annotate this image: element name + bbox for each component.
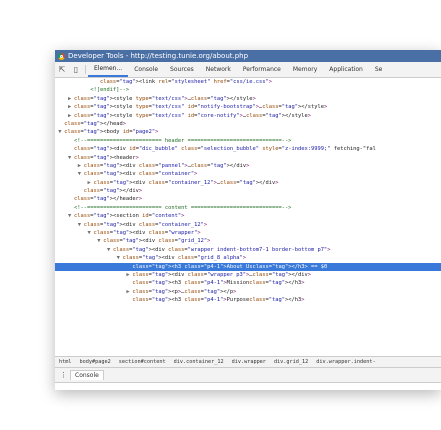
chrome-logo-icon xyxy=(58,52,65,60)
dom-node-line[interactable]: ▼ class="tag"><div class="wrapper indent-… xyxy=(55,246,441,254)
device-icon[interactable]: ▯ xyxy=(69,62,83,77)
dom-node-line[interactable]: ▼ class="tag"><section id="content"> xyxy=(55,212,441,220)
breadcrumb-item[interactable]: div.container_12 xyxy=(170,359,228,365)
dom-node-line[interactable]: ▶ class="tag"><style type="text/css">…cla… xyxy=(55,95,441,103)
tab-application[interactable]: Application xyxy=(323,62,369,77)
window-title: Developer Tools - http://testing.tunie.o… xyxy=(68,52,249,60)
dom-node-line[interactable]: <![endif]--> xyxy=(55,86,441,94)
breadcrumb-item[interactable]: div.wrapper.indent- xyxy=(312,359,379,365)
dom-node-line[interactable]: ▶ class="tag"><style type="text/css" id="… xyxy=(55,112,441,120)
tab-network[interactable]: Network xyxy=(200,62,237,77)
breadcrumb-item[interactable]: div.grid_12 xyxy=(270,359,312,365)
title-bar: Developer Tools - http://testing.tunie.o… xyxy=(55,50,441,62)
dom-node-line[interactable]: class="tag"><link rel="stylesheet" href=… xyxy=(55,78,441,86)
tab-console[interactable]: Console xyxy=(128,62,164,77)
tab-memory[interactable]: Memory xyxy=(287,62,323,77)
devtools-toolbar: ⇱ ▯ Elemen... Console Sources Network Pe… xyxy=(55,62,441,78)
dom-node-line[interactable]: class="tag"><div id="dic_bubble" class="… xyxy=(55,145,441,153)
dom-node-line[interactable]: <!--======================= header =====… xyxy=(55,137,441,145)
dom-node-line[interactable]: ▼ class="tag"><div class="wrapper"> xyxy=(55,229,441,237)
dom-node-line[interactable]: ▶ class="tag"><div class="wrapper p3">…cl… xyxy=(55,271,441,279)
dom-node-line[interactable]: class="tag"><h3 class="p4-1">Missionclas… xyxy=(55,279,441,287)
dom-node-line[interactable]: ▼ class="tag"><div class="grid_12"> xyxy=(55,237,441,245)
drawer-tab-console[interactable]: Console xyxy=(70,370,104,380)
toolbar-divider xyxy=(85,65,86,74)
tab-security[interactable]: Se xyxy=(369,62,389,77)
selected-node[interactable]: class="tag"><h3 class="p4-1">About Uscla… xyxy=(55,262,441,271)
tab-sources[interactable]: Sources xyxy=(164,62,200,77)
dom-tree[interactable]: class="tag"><link rel="stylesheet" href=… xyxy=(55,78,441,355)
dom-node-line[interactable]: ▶ class="tag"><div class="pannel">…class=… xyxy=(55,162,441,170)
devtools-window: Developer Tools - http://testing.tunie.o… xyxy=(55,50,441,390)
menu-icon[interactable]: ⋮ xyxy=(60,371,67,379)
dom-node-line[interactable]: ▼ class="tag"><div class="container"> xyxy=(55,170,441,178)
dom-node-line[interactable]: ▼ class="tag"><div class="container_12"> xyxy=(55,221,441,229)
breadcrumb-item[interactable]: section#content xyxy=(115,359,170,365)
dom-node-line[interactable]: class="tag"></div> xyxy=(55,187,441,195)
dom-node-line[interactable]: ▼ class="tag"><div class="grid_8 alpha"> xyxy=(55,254,441,262)
breadcrumb-item[interactable]: div.wrapper xyxy=(228,359,270,365)
dom-node-line[interactable]: <!--======================= content ====… xyxy=(55,204,441,212)
inspect-icon[interactable]: ⇱ xyxy=(55,62,69,77)
tab-elements[interactable]: Elemen... xyxy=(88,62,129,77)
breadcrumb-item[interactable]: body#page2 xyxy=(76,359,115,365)
dom-node-line[interactable]: ▼ class="tag"><body id="page2"> xyxy=(55,128,441,136)
dom-node-line[interactable]: ▼ class="tag"><header> xyxy=(55,154,441,162)
breadcrumb: html body#page2 section#content div.contain… xyxy=(55,356,441,368)
dom-node-line[interactable]: class="tag"><h3 class="p4-1">Purposeclas… xyxy=(55,296,441,304)
breadcrumb-item[interactable]: html xyxy=(55,359,76,365)
dom-node-line[interactable]: ▶ class="tag"><p>…class="tag"></p> xyxy=(55,288,441,296)
dom-node-line[interactable]: class="tag"></header> xyxy=(55,195,441,203)
console-drawer: ⋮ Console xyxy=(55,368,441,383)
dom-node-line[interactable]: class="tag"></head> xyxy=(55,120,441,128)
dom-node-line[interactable]: ▶ class="tag"><div class="container_12">…… xyxy=(55,179,441,187)
tab-performance[interactable]: Performance xyxy=(237,62,287,77)
dom-node-line[interactable]: ▶ class="tag"><style type="text/css" id="… xyxy=(55,103,441,111)
